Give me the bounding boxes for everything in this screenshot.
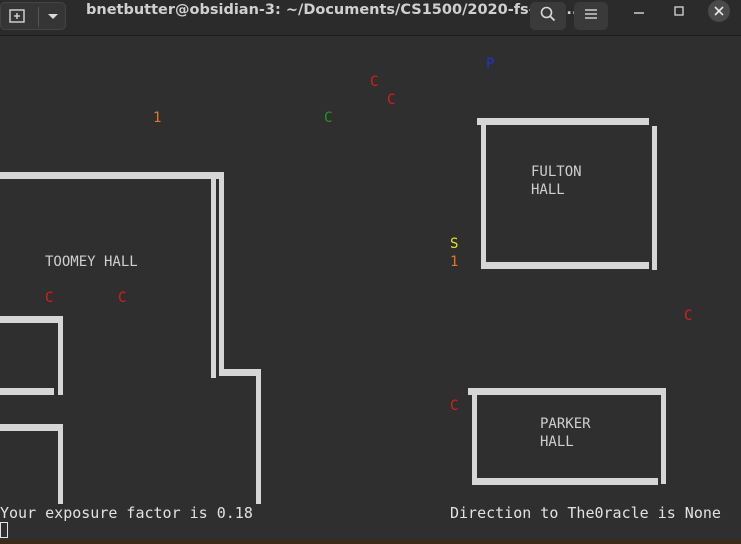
toomey-hall-wall [0, 424, 63, 431]
toomey-hall-wall [256, 372, 261, 504]
search-button[interactable] [530, 2, 566, 30]
toomey-hall-wall [211, 176, 216, 378]
maximize-button[interactable] [668, 2, 690, 22]
menu-button[interactable] [574, 2, 608, 30]
toomey-hall-wall [219, 176, 224, 370]
parker-hall-label: HALL [540, 434, 574, 450]
toomey-hall-wall [58, 319, 63, 395]
title-bar: bnetbutter@obsidian-3: ~/Documents/CS150… [0, 0, 741, 36]
new-tab-icon[interactable] [9, 8, 27, 24]
parker-hall-wall [472, 392, 477, 484]
map-glyph: S [450, 236, 459, 252]
map-glyph: P [486, 56, 495, 72]
search-icon [540, 6, 556, 26]
fulton-hall-wall [477, 118, 649, 125]
hamburger-menu-icon [584, 8, 598, 24]
exposure-status: Your exposure factor is 0.18 [0, 504, 253, 522]
close-button[interactable] [708, 0, 730, 22]
parker-hall-label: PARKER [540, 416, 591, 432]
fulton-hall-wall [652, 126, 657, 270]
map-glyph: 1 [450, 254, 459, 270]
new-tab-button-group[interactable] [0, 2, 66, 30]
map-glyph: C [370, 74, 379, 90]
map-glyph: C [118, 290, 127, 306]
desktop-strip [0, 540, 741, 544]
map-glyph: C [45, 290, 54, 306]
minimize-icon [633, 3, 645, 21]
window-title: bnetbutter@obsidian-3: ~/Documents/CS150… [86, 2, 578, 18]
chevron-down-icon[interactable] [46, 9, 60, 27]
terminal-cursor [0, 522, 8, 538]
toomey-hall-wall [0, 388, 54, 395]
direction-status: Direction to The0racle is None [450, 504, 721, 522]
fulton-hall-wall [481, 262, 649, 269]
close-icon [714, 2, 724, 20]
parker-hall-wall [472, 478, 658, 485]
toomey-hall-wall [58, 427, 63, 504]
toomey-hall-wall [219, 369, 261, 376]
fulton-hall-wall [481, 122, 486, 269]
fulton-hall-label: HALL [531, 182, 565, 198]
map-glyph: C [324, 110, 333, 126]
maximize-icon [673, 3, 685, 21]
map-glyph: C [387, 92, 396, 108]
parker-hall-wall [468, 388, 666, 395]
map-glyph: C [450, 398, 459, 414]
map-glyph: C [684, 308, 693, 324]
toomey-hall-wall [0, 316, 63, 323]
toomey-hall-label: TOOMEY HALL [45, 254, 138, 270]
parker-hall-wall [661, 392, 666, 484]
minimize-button[interactable] [628, 2, 650, 22]
terminal-area[interactable]: TOOMEY HALL FULTON HALL PARKER HALL C C … [0, 36, 741, 544]
toomey-hall-wall [0, 172, 224, 179]
map-glyph: 1 [153, 110, 162, 126]
fulton-hall-label: FULTON [531, 164, 582, 180]
